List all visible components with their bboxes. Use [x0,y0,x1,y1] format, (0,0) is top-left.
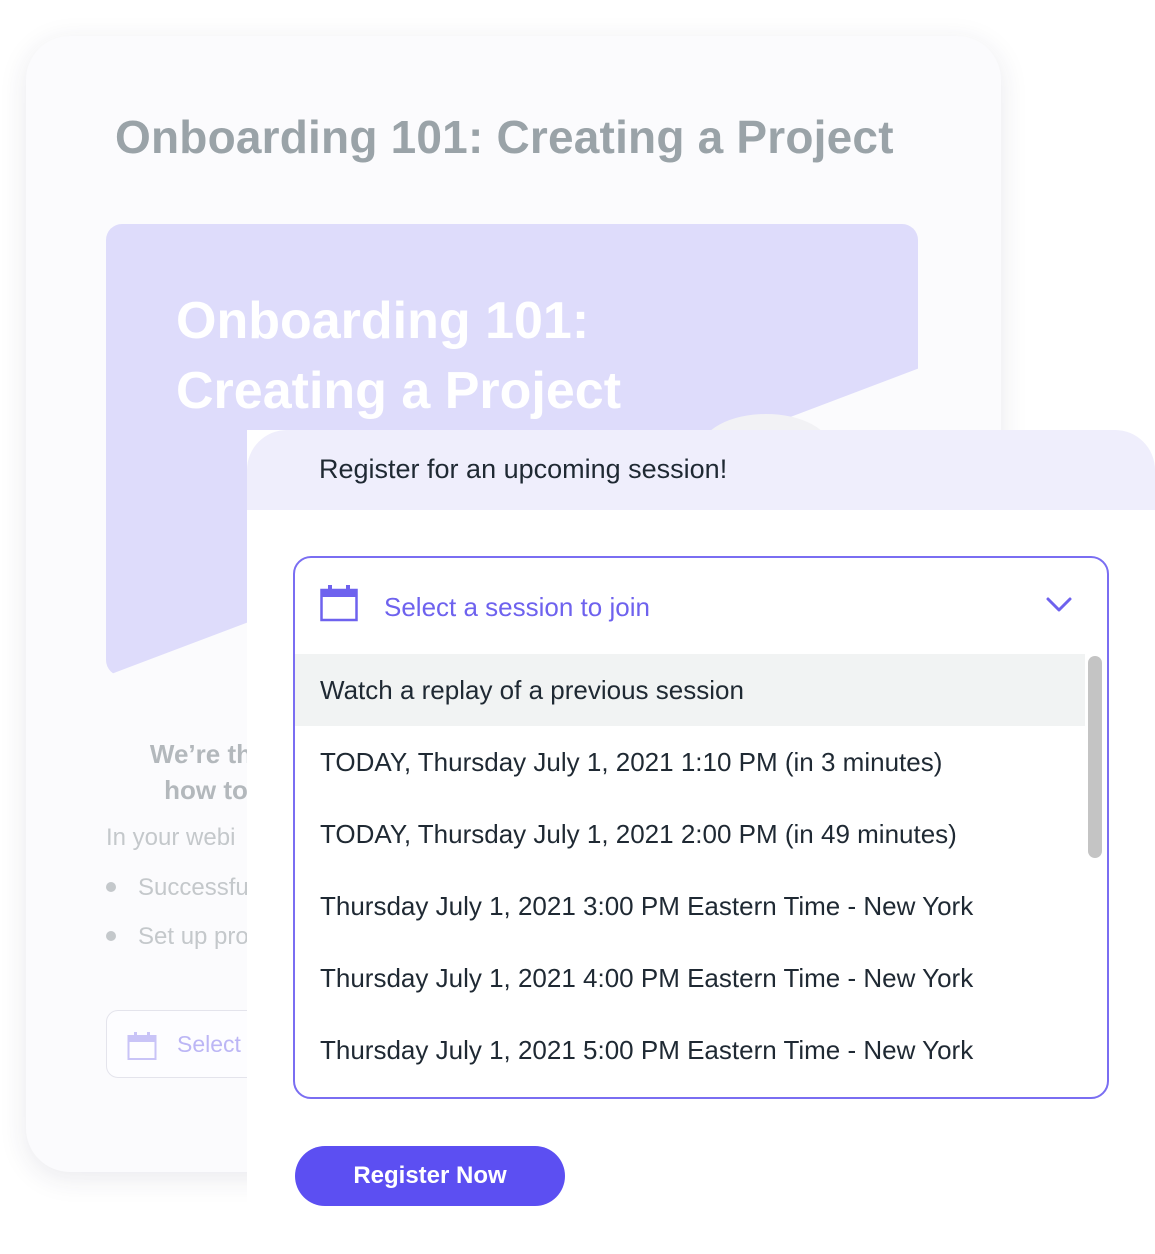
bullet-dot [106,930,116,941]
calendar-icon [320,584,358,627]
registration-panel: Register for an upcoming session! Select… [247,430,1155,1254]
session-select-placeholder: Select a session to join [384,592,650,622]
registration-header: Register for an upcoming session! [247,430,1155,510]
background-page-title: Onboarding 101: Creating a Project [115,111,894,163]
session-dropdown[interactable]: Select a session to join Watch a replay … [293,556,1109,1099]
session-option[interactable]: TODAY, Thursday July 1, 2021 2:00 PM (in… [295,798,1085,870]
background-intro-text: In your webi [106,824,236,851]
bullet-text: Successfu [138,874,249,901]
session-option[interactable]: TODAY, Thursday July 1, 2021 1:10 PM (in… [295,726,1085,798]
background-bullet-2: Set up pro [106,923,249,951]
chevron-down-icon[interactable] [1045,596,1073,619]
banner-title-line-2: Creating a Project [176,362,622,420]
register-now-button[interactable]: Register Now [295,1146,565,1206]
banner-title: Onboarding 101: Creating a Project [176,286,776,426]
session-option[interactable]: Thursday July 1, 2021 4:00 PM Eastern Ti… [295,942,1085,1014]
registration-header-title: Register for an upcoming session! [319,454,728,484]
calendar-icon [127,1031,157,1066]
bullet-dot [106,881,116,892]
banner-title-line-1: Onboarding 101: [176,292,590,350]
bullet-text: Set up pro [138,923,249,950]
session-option[interactable]: Thursday July 1, 2021 5:00 PM Eastern Ti… [295,1014,1085,1086]
scrollbar-thumb[interactable] [1088,656,1102,858]
session-option[interactable]: Thursday July 1, 2021 3:00 PM Eastern Ti… [295,870,1085,942]
background-bullet-1: Successfu [106,874,249,902]
options-scrollbar[interactable] [1085,654,1107,1097]
session-options-list: Watch a replay of a previous session TOD… [295,654,1085,1086]
session-option-replay[interactable]: Watch a replay of a previous session [295,654,1085,726]
session-dropdown-toggle[interactable]: Select a session to join [295,558,1107,654]
background-select-label: Select [177,1031,241,1057]
